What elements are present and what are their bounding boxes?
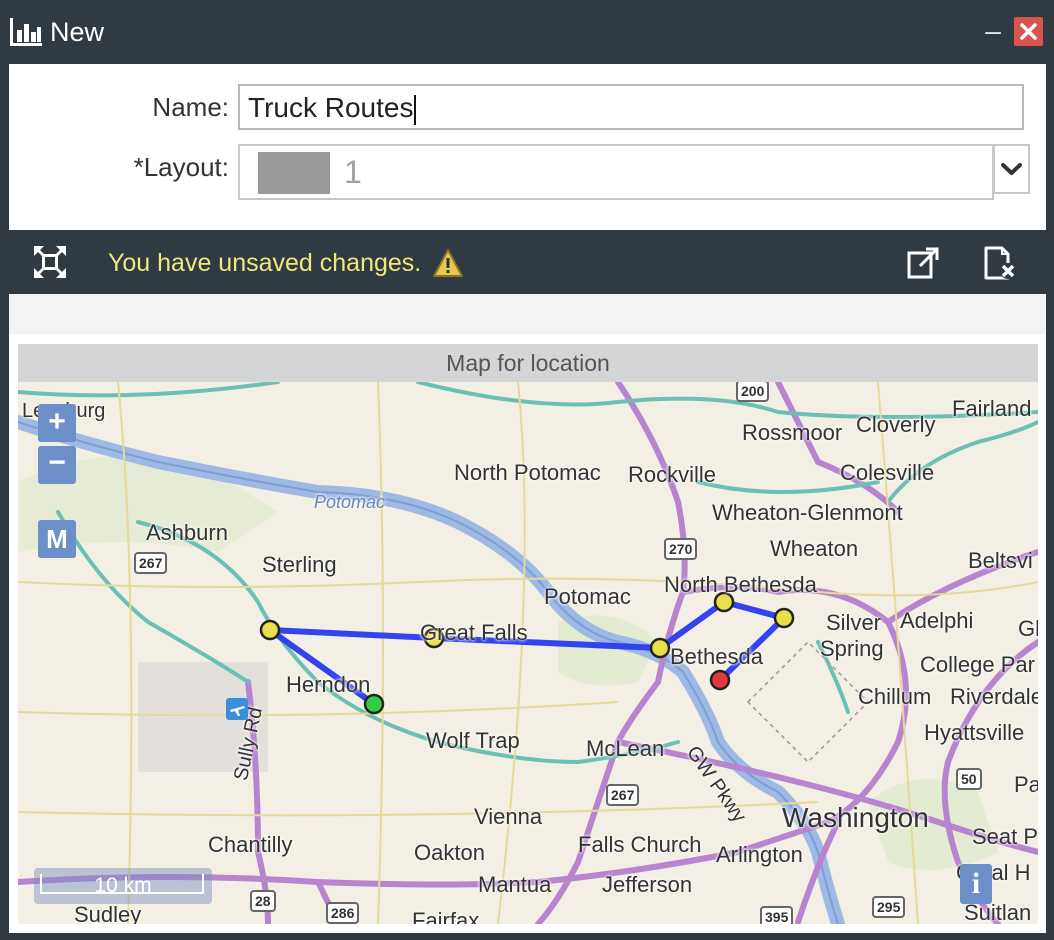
map-label: Wolf Trap [426, 728, 520, 753]
panel-strip [9, 294, 1046, 334]
map-label: College Par [920, 652, 1035, 677]
discard-icon[interactable] [982, 246, 1018, 280]
route-stop [259, 619, 281, 641]
route-stop [773, 607, 795, 629]
route-stop-red [709, 669, 731, 691]
name-value: Truck Routes [248, 92, 414, 123]
road-shield: 270 [664, 538, 698, 560]
map[interactable]: Leesburg Fairland Rossmoor Cloverly Nort… [18, 382, 1038, 924]
route-stop [649, 637, 671, 659]
map-label: Rockville [628, 462, 717, 487]
map-header: Map for location [18, 344, 1038, 382]
form-panel: Name: Truck Routes *Layout: 1 [9, 64, 1046, 230]
layout-dropdown-button[interactable] [993, 144, 1030, 194]
road-shield: 395 [760, 906, 794, 924]
map-label: Cloverly [856, 412, 936, 437]
map-label: Chantilly [208, 832, 293, 857]
map-label: Adelphi [900, 608, 974, 633]
close-button[interactable] [1014, 17, 1043, 46]
minimize-button[interactable]: – [982, 14, 1004, 48]
map-label: Wheaton-Glenmont [712, 500, 903, 525]
map-label: Jefferson [602, 872, 693, 897]
map-label: Rossmoor [742, 420, 843, 445]
map-label: Spring [820, 636, 884, 661]
map-label: Beltsvi [968, 548, 1033, 573]
map-label: North Potomac [454, 460, 601, 485]
map-label: Fairland [952, 396, 1032, 421]
close-icon [1020, 23, 1037, 40]
airport-icon [226, 698, 248, 720]
map-label: Sudley [74, 902, 142, 924]
map-label: Bethesda [670, 644, 763, 669]
map-label: Arlington [716, 842, 803, 867]
map-label: Potomac [544, 584, 631, 609]
road-shield: 286 [326, 902, 360, 924]
window-title: New [50, 17, 105, 47]
map-label: Silver [826, 610, 882, 635]
name-input[interactable]: Truck Routes [238, 84, 1024, 130]
name-label: Name: [152, 92, 229, 122]
info-button[interactable]: i [960, 864, 992, 904]
map-label: North Bethesda [664, 572, 817, 597]
chevron-down-icon [1001, 163, 1022, 175]
map-label: Wheaton [770, 536, 859, 561]
map-label: Hyattsville [924, 720, 1025, 745]
road-shield: 295 [872, 896, 906, 918]
layout-swatch [258, 152, 330, 194]
scale-label: 10 km [94, 874, 152, 897]
map-label: Fairfax [412, 908, 480, 924]
layout-value: 1 [344, 154, 362, 190]
map-label: Washington [782, 802, 929, 833]
export-icon[interactable] [906, 246, 940, 280]
road-shield: 267 [134, 552, 168, 574]
road-shield: 50 [956, 768, 982, 790]
road-shield: 200 [736, 382, 770, 402]
map-label: Vienna [474, 804, 543, 829]
zoom-in-button[interactable]: + [38, 404, 76, 442]
map-label: Riverdale [950, 684, 1038, 709]
road-shield: 28 [250, 890, 276, 912]
zoom-out-button[interactable]: − [38, 446, 76, 484]
map-label: Herndon [286, 672, 371, 697]
map-label: McLean [586, 736, 665, 761]
unsaved-changes-message: You have unsaved changes. [108, 249, 422, 277]
road-shield: 267 [606, 784, 640, 806]
map-label: Ashburn [146, 520, 228, 545]
map-label: Seat P [972, 824, 1038, 849]
map-label: Mantua [478, 872, 552, 897]
map-label: Falls Church [578, 832, 702, 857]
layout-label: *Layout: [133, 152, 229, 182]
map-label: Gl [1018, 616, 1038, 641]
map-label: Oakton [414, 840, 485, 865]
map-label: Colesville [840, 460, 935, 485]
map-mode-button[interactable]: M [38, 520, 76, 558]
warning-icon [433, 249, 463, 277]
map-label: Sterling [262, 552, 337, 577]
text-caret [414, 94, 417, 125]
expand-icon[interactable] [32, 244, 68, 280]
layout-select[interactable]: 1 [238, 144, 994, 200]
title-bar [0, 0, 1054, 64]
scale-bar: 10 km [34, 868, 212, 904]
map-label: Great Falls [420, 620, 528, 645]
map-label: Pa [1014, 772, 1038, 797]
map-label: Chillum [858, 684, 932, 709]
map-label: Potomac [314, 492, 386, 512]
chart-icon [10, 18, 42, 46]
